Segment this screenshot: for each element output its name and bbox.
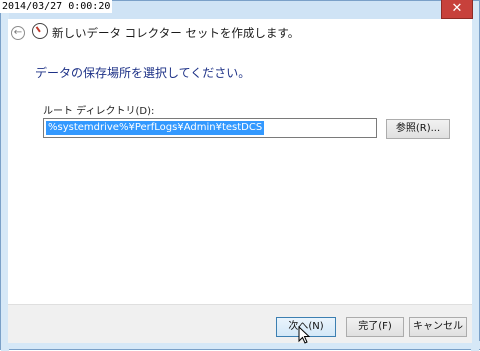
cancel-button[interactable]: キャンセル (409, 317, 467, 337)
root-directory-value: %systemdrive%¥PerfLogs¥Admin¥testDCS (46, 121, 265, 135)
performance-monitor-icon (32, 23, 48, 39)
timestamp: 2014/03/27 0:00:20 (0, 0, 113, 13)
browse-button[interactable]: 参照(R)... (386, 119, 450, 139)
finish-button[interactable]: 完了(F) (346, 317, 404, 337)
close-button[interactable]: ✕ (441, 0, 473, 19)
frame-right-border (471, 1, 479, 351)
page-instruction: データの保存場所を選択してください。 (35, 66, 251, 80)
root-directory-input[interactable]: %systemdrive%¥PerfLogs¥Admin¥testDCS (43, 118, 377, 138)
wizard-title: 新しいデータ コレクター セットを作成します。 (52, 26, 300, 40)
close-icon: ✕ (451, 1, 463, 16)
wizard-dialog: ← 新しいデータ コレクター セットを作成します。 データの保存場所を選択してく… (8, 19, 472, 343)
root-directory-label: ルート ディレクトリ(D): (43, 106, 155, 117)
wizard-header: ← 新しいデータ コレクター セットを作成します。 (8, 19, 472, 48)
wizard-footer: 次へ(N) 完了(F) キャンセル (8, 304, 472, 343)
back-arrow-icon[interactable]: ← (11, 26, 25, 40)
